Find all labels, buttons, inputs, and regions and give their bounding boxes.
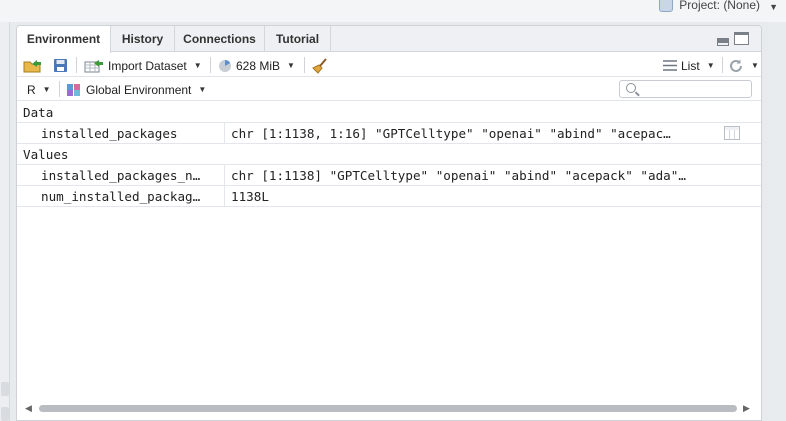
r-logo-icon — [67, 83, 80, 96]
table-row[interactable]: installed_packages_n… chr [1:1138] "GPTC… — [17, 165, 761, 186]
clear-workspace-button[interactable] — [312, 57, 328, 74]
grid-view-icon[interactable] — [724, 126, 740, 140]
import-dataset-label: Import Dataset — [108, 58, 187, 73]
tab-connections[interactable]: Connections — [175, 26, 265, 52]
view-mode-dropdown[interactable]: List ▼ — [663, 57, 715, 74]
list-view-icon — [663, 60, 677, 71]
toolbar-divider — [722, 57, 723, 73]
project-label: Project: (None) — [679, 0, 760, 12]
scrollbar-thumb[interactable] — [39, 405, 737, 412]
minimize-icon[interactable] — [717, 38, 729, 46]
project-cube-icon — [659, 0, 674, 12]
language-label: R — [27, 82, 36, 97]
refresh-icon — [730, 59, 742, 72]
scope-label: Global Environment — [86, 82, 192, 97]
toolbar-divider — [59, 81, 60, 97]
environment-grid: Data installed_packages chr [1:1138, 1:1… — [17, 102, 761, 207]
variable-name: installed_packages_n… — [17, 165, 225, 186]
variable-value: chr [1:1138] "GPTCelltype" "openai" "abi… — [231, 168, 686, 183]
toolbar-divider — [76, 57, 77, 73]
variable-value: 1138L — [231, 189, 269, 204]
chevron-down-icon: ▼ — [751, 61, 759, 70]
load-workspace-button[interactable] — [23, 57, 43, 74]
chevron-down-icon: ▼ — [198, 85, 207, 94]
load-workspace-icon — [23, 60, 41, 73]
maximize-icon[interactable] — [734, 32, 749, 45]
toolbar-divider — [210, 57, 211, 73]
chevron-down-icon: ▼ — [287, 61, 295, 70]
search-input[interactable] — [619, 80, 752, 98]
import-dataset-button[interactable]: Import Dataset ▼ — [84, 57, 202, 74]
search-icon — [626, 83, 636, 93]
variable-name: installed_packages — [17, 123, 225, 144]
memory-pie-icon — [219, 59, 231, 72]
import-dataset-icon — [84, 59, 103, 72]
section-header: Data — [17, 102, 761, 123]
chevron-down-icon: ▼ — [706, 61, 715, 70]
tab-tutorial[interactable]: Tutorial — [265, 26, 331, 52]
broom-icon — [312, 57, 327, 74]
scroll-right-icon[interactable]: ▶ — [743, 403, 750, 414]
save-workspace-button[interactable] — [53, 57, 68, 74]
save-workspace-icon — [54, 59, 67, 72]
toolbar-divider — [304, 57, 305, 73]
chevron-down-icon: ▼ — [193, 61, 202, 70]
environment-pane: Environment History Connections Tutorial… — [16, 25, 762, 421]
section-header: Values — [17, 144, 761, 165]
refresh-button[interactable]: ▼ — [728, 57, 759, 74]
outer-pane-edge — [769, 22, 786, 421]
tab-environment[interactable]: Environment — [17, 26, 111, 53]
chevron-down-icon: ▼ — [42, 85, 51, 94]
left-pane-edge — [0, 22, 10, 421]
collapse-handle[interactable] — [1, 382, 9, 396]
top-bar: Project: (None) ▼ — [0, 0, 786, 22]
variable-name: num_installed_packag… — [17, 186, 225, 207]
tab-bar: Environment History Connections Tutorial — [17, 26, 761, 53]
view-mode-label: List — [681, 58, 700, 73]
environment-scope-bar: R ▼ Global Environment ▼ — [17, 77, 761, 101]
scroll-left-icon[interactable]: ◀ — [25, 403, 32, 414]
environment-toolbar: Import Dataset ▼ 628 MiB ▼ List ▼ ▼ — [17, 53, 761, 77]
chevron-down-icon[interactable]: ▼ — [769, 2, 778, 12]
table-row[interactable]: num_installed_packag… 1138L — [17, 186, 761, 207]
tab-history[interactable]: History — [111, 26, 175, 52]
horizontal-scrollbar[interactable]: ◀ ▶ — [25, 402, 753, 414]
collapse-handle[interactable] — [1, 407, 9, 421]
project-menu[interactable]: Project: (None) — [659, 0, 760, 14]
table-row[interactable]: installed_packages chr [1:1138, 1:16] "G… — [17, 123, 761, 144]
variable-value: chr [1:1138, 1:16] "GPTCelltype" "openai… — [231, 126, 671, 141]
scope-dropdown[interactable]: Global Environment ▼ — [66, 81, 206, 98]
memory-usage-label: 628 MiB — [236, 58, 281, 73]
language-dropdown[interactable]: R ▼ — [27, 81, 51, 98]
memory-usage-button[interactable]: 628 MiB ▼ — [218, 57, 295, 74]
